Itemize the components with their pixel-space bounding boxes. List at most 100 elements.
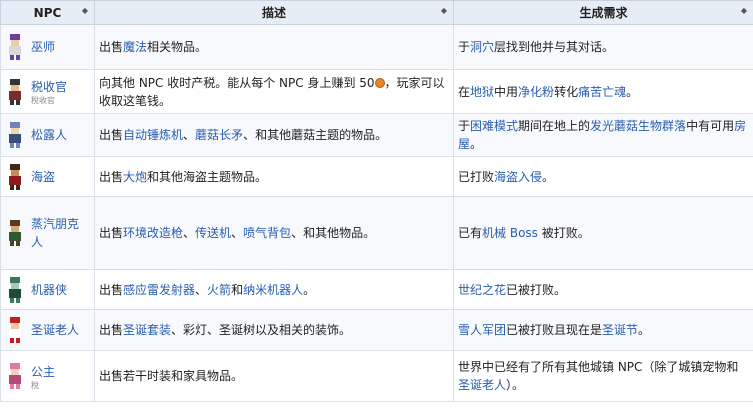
npc-name-block: 巫师 <box>31 38 55 56</box>
npc-sprite-icon <box>9 363 21 389</box>
npc-name-block: 松露人 <box>31 126 67 144</box>
cell-text: 出售 <box>99 323 124 337</box>
column-header-description[interactable]: 描述 ◆ <box>94 0 454 25</box>
npc-sprite-icon <box>9 220 21 246</box>
cell-text: 、和其他蘑菇主题的物品。 <box>243 128 388 142</box>
wiki-link[interactable]: 洞穴 <box>470 40 494 54</box>
npc-cell: 圣诞老人 <box>0 309 95 351</box>
npc-sprite-icon <box>9 163 21 190</box>
wiki-link[interactable]: 感应雷发射器 <box>123 283 195 297</box>
npc-cell: 公主稅 <box>0 350 95 402</box>
npc-name-link[interactable]: 税收官 <box>31 80 67 94</box>
wiki-link[interactable]: 圣诞节 <box>602 323 638 337</box>
npc-entry: 松露人 <box>5 121 90 149</box>
npc-name-link[interactable]: 蒸汽朋克人 <box>31 217 79 249</box>
table-row: 机器侠 出售感应雷发射器、火箭和纳米机器人。 世纪之花已被打败。 <box>0 269 753 310</box>
wiki-link[interactable]: 世纪之花 <box>458 283 506 297</box>
requirement-cell: 世纪之花已被打败。 <box>453 269 753 310</box>
wiki-link[interactable]: 痛苦亡魂 <box>578 85 626 99</box>
npc-cell: 蒸汽朋克人 <box>0 196 95 270</box>
cell-text: 。 <box>542 169 555 184</box>
npc-entry: 圣诞老人 <box>5 316 90 344</box>
cell-text: 转化 <box>554 84 579 99</box>
npc-entry: 公主稅 <box>5 362 90 390</box>
npc-name-link[interactable]: 机器侠 <box>31 283 67 297</box>
wiki-link[interactable]: 机械 Boss <box>482 226 538 240</box>
npc-name-link[interactable]: 公主 <box>31 365 55 379</box>
wiki-link[interactable]: 发光蘑菇生物群落 <box>590 119 686 133</box>
npc-entry: 税收官 稅收官 <box>5 78 90 106</box>
npc-name-block: 税收官 稅收官 <box>31 78 67 105</box>
wiki-link[interactable]: 净化粉 <box>518 85 554 99</box>
description-cell: 出售若干时装和家具物品。 <box>94 350 454 402</box>
cell-text: 和 <box>231 282 244 297</box>
cell-text: 已打败 <box>458 169 495 184</box>
cell-text: 、彩灯、圣诞树以及相关的装饰。 <box>171 323 352 337</box>
npc-name-block: 蒸汽朋克人 <box>31 215 90 251</box>
cell-text: 。 <box>626 84 639 99</box>
wiki-link[interactable]: 纳米机器人 <box>243 283 303 297</box>
requirement-cell: 雪人军团已被打败且现在是圣诞节。 <box>453 309 753 351</box>
cell-text: 。 <box>470 137 483 151</box>
npc-subtitle: 稅 <box>31 380 39 390</box>
cell-text: 出售 <box>99 169 124 184</box>
cell-text: 出售 <box>99 128 124 142</box>
requirement-cell: 于困难模式期间在地上的发光蘑菇生物群落中有可用房屋。 <box>453 113 753 157</box>
cell-text: 中用 <box>494 84 519 99</box>
cell-text: 向其他 NPC 收时产税。能从每个 NPC 身上赚到 50 <box>99 75 375 90</box>
npc-name-block: 海盗 <box>31 168 55 186</box>
npc-cell: 海盗 <box>0 156 95 197</box>
cell-text: 、 <box>231 226 244 240</box>
npc-entry: 蒸汽朋克人 <box>5 215 90 251</box>
npc-sprite-icon <box>9 78 21 105</box>
wiki-link[interactable]: 传送机 <box>195 226 231 240</box>
description-cell: 出售环境改造枪、传送机、喷气背包、和其他物品。 <box>94 196 454 270</box>
npc-cell: 税收官 稅收官 <box>0 69 95 114</box>
wiki-link[interactable]: 地狱 <box>470 85 494 99</box>
wiki-link[interactable]: 大炮 <box>123 170 147 184</box>
cell-text: 于 <box>458 40 471 54</box>
cell-text: 、 <box>195 282 208 297</box>
wiki-link[interactable]: 魔法 <box>123 40 147 54</box>
wiki-link[interactable]: 环境改造枪 <box>123 226 183 240</box>
wiki-link[interactable]: 喷气背包 <box>243 226 291 240</box>
sort-icon[interactable]: ◆ <box>441 6 447 15</box>
copper-coin-icon <box>374 78 385 88</box>
cell-text: 中有可用 <box>686 119 735 133</box>
column-header-requirement[interactable]: 生成需求 ◆ <box>453 0 753 25</box>
cell-text: 和其他海盗主题物品。 <box>147 169 268 184</box>
wiki-link[interactable]: 圣诞套装 <box>123 323 171 337</box>
npc-name-link[interactable]: 松露人 <box>31 128 67 142</box>
requirement-cell: 在地狱中用净化粉转化痛苦亡魂。 <box>453 69 753 114</box>
npc-name-link[interactable]: 海盗 <box>31 170 55 184</box>
cell-text: 已有 <box>458 226 483 240</box>
requirement-cell: 已打败海盗入侵。 <box>453 156 753 197</box>
table-row: 松露人 出售自动锤炼机、蘑菇长矛、和其他蘑菇主题的物品。 于困难模式期间在地上的发光… <box>0 113 753 157</box>
cell-text: 、 <box>183 226 196 240</box>
wiki-link[interactable]: 火箭 <box>207 283 231 297</box>
cell-text: ）。 <box>506 378 525 392</box>
npc-sprite-icon <box>9 276 21 303</box>
header-row: NPC ◆ 描述 ◆ 生成需求 ◆ <box>0 0 753 25</box>
wiki-link[interactable]: 海盗入侵 <box>494 170 542 184</box>
npc-entry: 机器侠 <box>5 276 90 304</box>
npc-name-block: 圣诞老人 <box>31 321 79 339</box>
wiki-link[interactable]: 自动锤炼机 <box>123 128 183 142</box>
wiki-link[interactable]: 圣诞老人 <box>458 378 506 392</box>
wiki-link[interactable]: 困难模式 <box>470 119 518 133</box>
npc-name-block: 机器侠 <box>31 281 67 299</box>
table-row: 税收官 稅收官 向其他 NPC 收时产税。能从每个 NPC 身上赚到 50 ，玩家可以… <box>0 69 753 114</box>
cell-text: 出售 <box>99 282 124 297</box>
table-row: 海盗 出售大炮和其他海盗主题物品。 已打败海盗入侵。 <box>0 156 753 197</box>
wiki-link[interactable]: 蘑菇长矛 <box>195 128 243 142</box>
wiki-link[interactable]: 雪人军团 <box>458 323 506 337</box>
sort-icon[interactable]: ◆ <box>82 6 88 15</box>
description-cell: 出售感应雷发射器、火箭和纳米机器人。 <box>94 269 454 310</box>
npc-name-link[interactable]: 圣诞老人 <box>31 323 79 337</box>
requirement-cell: 世界中已经有了所有其他城镇 NPC（除了城镇宠物和圣诞老人）。 <box>453 350 753 402</box>
description-cell: 出售大炮和其他海盗主题物品。 <box>94 156 454 197</box>
npc-name-link[interactable]: 巫师 <box>31 40 55 54</box>
column-header-npc[interactable]: NPC ◆ <box>0 0 95 25</box>
sort-icon[interactable]: ◆ <box>741 6 747 15</box>
header-label: 描述 <box>261 6 286 20</box>
